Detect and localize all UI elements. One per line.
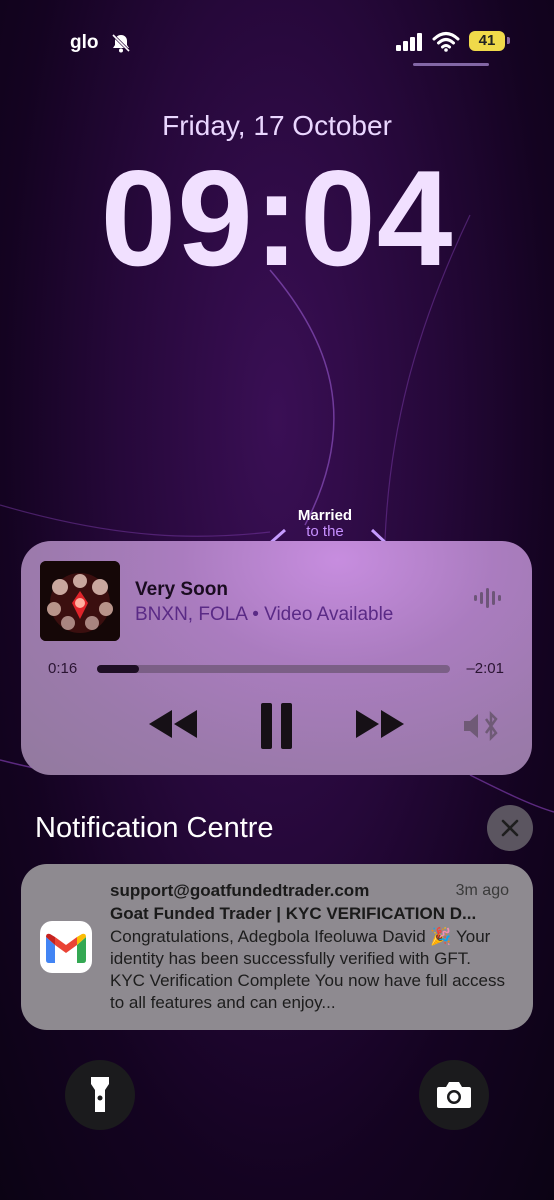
song-artist: BNXN, FOLA • Video Available [135, 604, 394, 625]
close-icon [501, 819, 519, 837]
lock-date: Friday, 17 October [162, 110, 392, 141]
status-underline [413, 63, 489, 66]
flashlight-icon [91, 1077, 109, 1112]
status-bar: glo 41 [0, 30, 554, 56]
wallpaper-text: Married to the [265, 508, 385, 540]
airplay-speaker-icon[interactable] [462, 710, 504, 746]
progress-scrubber[interactable] [97, 665, 450, 673]
gmail-icon [40, 921, 92, 973]
flashlight-button[interactable] [65, 1060, 135, 1130]
wifi-icon [432, 31, 460, 58]
battery-icon: 41 [469, 31, 505, 51]
carrier-name: glo [70, 32, 99, 53]
now-playing-widget[interactable]: Very Soon BNXN, FOLA • Video Available 0… [21, 541, 532, 775]
camera-icon [437, 1082, 471, 1108]
notification-sender: support@goatfundedtrader.com [110, 881, 370, 900]
notification-subject: Goat Funded Trader | KYC VERIFICATION D.… [110, 904, 477, 923]
notification-body: Congratulations, Adegbola Ifeoluwa David… [110, 927, 506, 1012]
battery-cap [507, 37, 510, 44]
camera-button[interactable] [419, 1060, 489, 1130]
wallpaper-text-line1: Married [297, 507, 353, 524]
pause-icon[interactable] [257, 701, 297, 756]
lock-time: 09:04 [100, 142, 454, 294]
notification-time: 3m ago [455, 882, 509, 899]
elapsed-time: 0:16 [48, 660, 78, 677]
clear-notifications-button[interactable] [487, 805, 533, 851]
progress-fill [97, 665, 140, 673]
album-artwork[interactable] [40, 561, 120, 641]
wallpaper-text-line2: to the [306, 523, 344, 540]
fast-forward-icon[interactable] [354, 701, 406, 752]
bell-slash-icon [110, 32, 132, 59]
notification-centre-title: Notification Centre [35, 812, 274, 844]
notification-card[interactable]: support@goatfundedtrader.com 3m ago Goat… [21, 864, 533, 1030]
song-title: Very Soon [135, 579, 228, 600]
signal-bars-icon [396, 32, 424, 57]
rewind-icon[interactable] [147, 701, 199, 752]
waveform-icon [474, 587, 504, 614]
remaining-time: –2:01 [466, 660, 504, 677]
